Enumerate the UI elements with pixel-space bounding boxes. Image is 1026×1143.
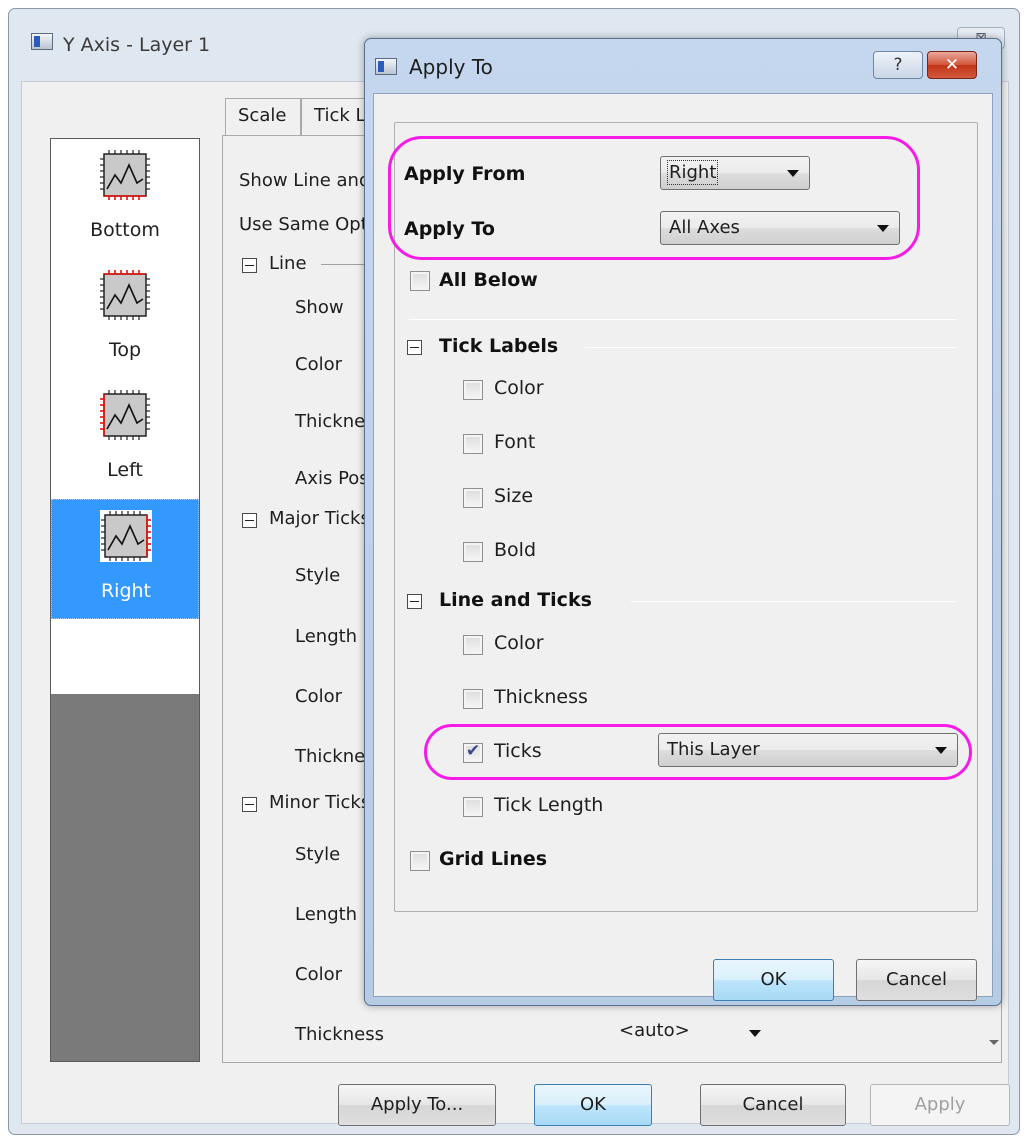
dialog-body: Apply From Right Apply To All Axes All B…	[373, 93, 993, 1001]
ticks-scope-value: This Layer	[667, 739, 760, 760]
axis-label: Bottom	[90, 219, 160, 241]
axis-right-icon	[100, 510, 152, 562]
all-below-checkbox[interactable]	[410, 271, 430, 291]
use-same-label: Use Same Opt	[239, 214, 368, 235]
ticks-label: Ticks	[494, 740, 542, 762]
tick-label-size-checkbox[interactable]	[463, 488, 483, 508]
axis-item-left[interactable]: Left	[51, 379, 199, 499]
minor-ticks-group-label: Minor Ticks	[269, 792, 371, 813]
minor-thickness-label: Thickness	[295, 1024, 384, 1045]
all-below-label: All Below	[439, 269, 538, 291]
chevron-down-icon	[787, 170, 799, 177]
apply-to-value: All Axes	[669, 217, 740, 238]
tick-label-color-checkbox[interactable]	[463, 380, 483, 400]
apply-to-dialog: Apply To ? ✕ Apply From Right Apply To A…	[364, 38, 1002, 1006]
dialog-title: Apply To	[409, 55, 493, 79]
show-label: Show	[295, 297, 344, 318]
color-label: Color	[295, 354, 342, 375]
minor-thickness-value[interactable]: <auto>	[619, 1020, 690, 1041]
line-and-ticks-group-label: Line and Ticks	[439, 589, 592, 611]
scroll-down-icon[interactable]	[989, 1040, 999, 1045]
axis-left-icon	[100, 390, 150, 440]
chevron-down-icon[interactable]	[749, 1030, 761, 1037]
axis-top-icon	[100, 270, 150, 320]
tick-label-font-checkbox[interactable]	[463, 434, 483, 454]
major-color-label: Color	[295, 686, 342, 707]
collapse-icon[interactable]	[242, 513, 257, 528]
axis-item-top[interactable]: Top	[51, 259, 199, 379]
thickness-label: Thicknes	[295, 411, 375, 432]
axis-label: Left	[107, 459, 143, 481]
dialog-cancel-button[interactable]: Cancel	[856, 959, 977, 1001]
collapse-icon[interactable]	[242, 797, 257, 812]
grid-lines-checkbox[interactable]	[410, 851, 430, 871]
separator	[585, 347, 957, 348]
grid-lines-label: Grid Lines	[439, 848, 548, 870]
tick-label-size-label: Size	[494, 485, 534, 507]
tick-label-bold-checkbox[interactable]	[463, 542, 483, 562]
axis-list-items: Bottom Top Left Right	[51, 139, 199, 694]
tick-label-bold-label: Bold	[494, 539, 536, 561]
major-ticks-group-label: Major Ticks	[269, 508, 370, 529]
tick-label-color-label: Color	[494, 377, 544, 399]
collapse-icon[interactable]	[407, 594, 422, 609]
tick-length-checkbox[interactable]	[463, 797, 483, 817]
tab-scale[interactable]: Scale	[225, 98, 301, 136]
minor-style-label: Style	[295, 844, 341, 865]
options-group: Apply From Right Apply To All Axes All B…	[394, 122, 978, 912]
apply-button[interactable]: Apply	[870, 1084, 1010, 1126]
collapse-icon[interactable]	[407, 340, 422, 355]
apply-from-select[interactable]: Right	[660, 156, 810, 190]
apply-to-select[interactable]: All Axes	[660, 211, 900, 245]
window-icon	[375, 58, 397, 75]
ticks-scope-select[interactable]: This Layer	[658, 733, 958, 767]
line-thickness-checkbox[interactable]	[463, 689, 483, 709]
close-icon[interactable]: ✕	[927, 51, 977, 79]
line-thickness-label: Thickness	[494, 686, 588, 708]
separator	[409, 319, 957, 320]
major-thickness-label: Thicknes	[295, 746, 375, 767]
line-color-checkbox[interactable]	[463, 635, 483, 655]
minor-length-label: Length	[295, 904, 358, 925]
chevron-down-icon	[877, 225, 889, 232]
axis-bottom-icon	[100, 150, 150, 200]
line-group-label: Line	[269, 253, 307, 274]
ticks-checkbox[interactable]	[463, 741, 483, 763]
separator	[631, 601, 957, 602]
window-title: Y Axis - Layer 1	[63, 34, 211, 56]
chevron-down-icon	[935, 747, 947, 754]
tick-labels-group-label: Tick Labels	[439, 335, 559, 357]
axis-label: Right	[100, 580, 152, 602]
cancel-button[interactable]: Cancel	[700, 1084, 846, 1126]
tick-label-font-label: Font	[494, 431, 536, 453]
major-style-label: Style	[295, 565, 341, 586]
axis-position-label: Axis Pos	[295, 468, 369, 489]
apply-to-button[interactable]: Apply To...	[338, 1084, 496, 1126]
axis-list[interactable]: Bottom Top Left Right	[50, 138, 200, 1062]
axis-item-bottom[interactable]: Bottom	[51, 139, 199, 259]
ok-button[interactable]: OK	[534, 1084, 652, 1126]
line-color-label: Color	[494, 632, 544, 654]
window-icon	[31, 33, 53, 50]
help-icon[interactable]: ?	[873, 51, 923, 79]
axis-label: Top	[108, 339, 142, 361]
dialog-ok-button[interactable]: OK	[713, 959, 834, 1001]
tick-length-label: Tick Length	[494, 794, 604, 816]
show-line-label: Show Line and	[239, 170, 371, 191]
apply-to-label: Apply To	[404, 218, 495, 240]
axis-item-right[interactable]: Right	[51, 499, 199, 619]
apply-from-label: Apply From	[404, 163, 526, 185]
collapse-icon[interactable]	[242, 258, 257, 273]
major-length-label: Length	[295, 626, 358, 647]
minor-color-label: Color	[295, 964, 342, 985]
apply-from-value: Right	[666, 160, 719, 185]
